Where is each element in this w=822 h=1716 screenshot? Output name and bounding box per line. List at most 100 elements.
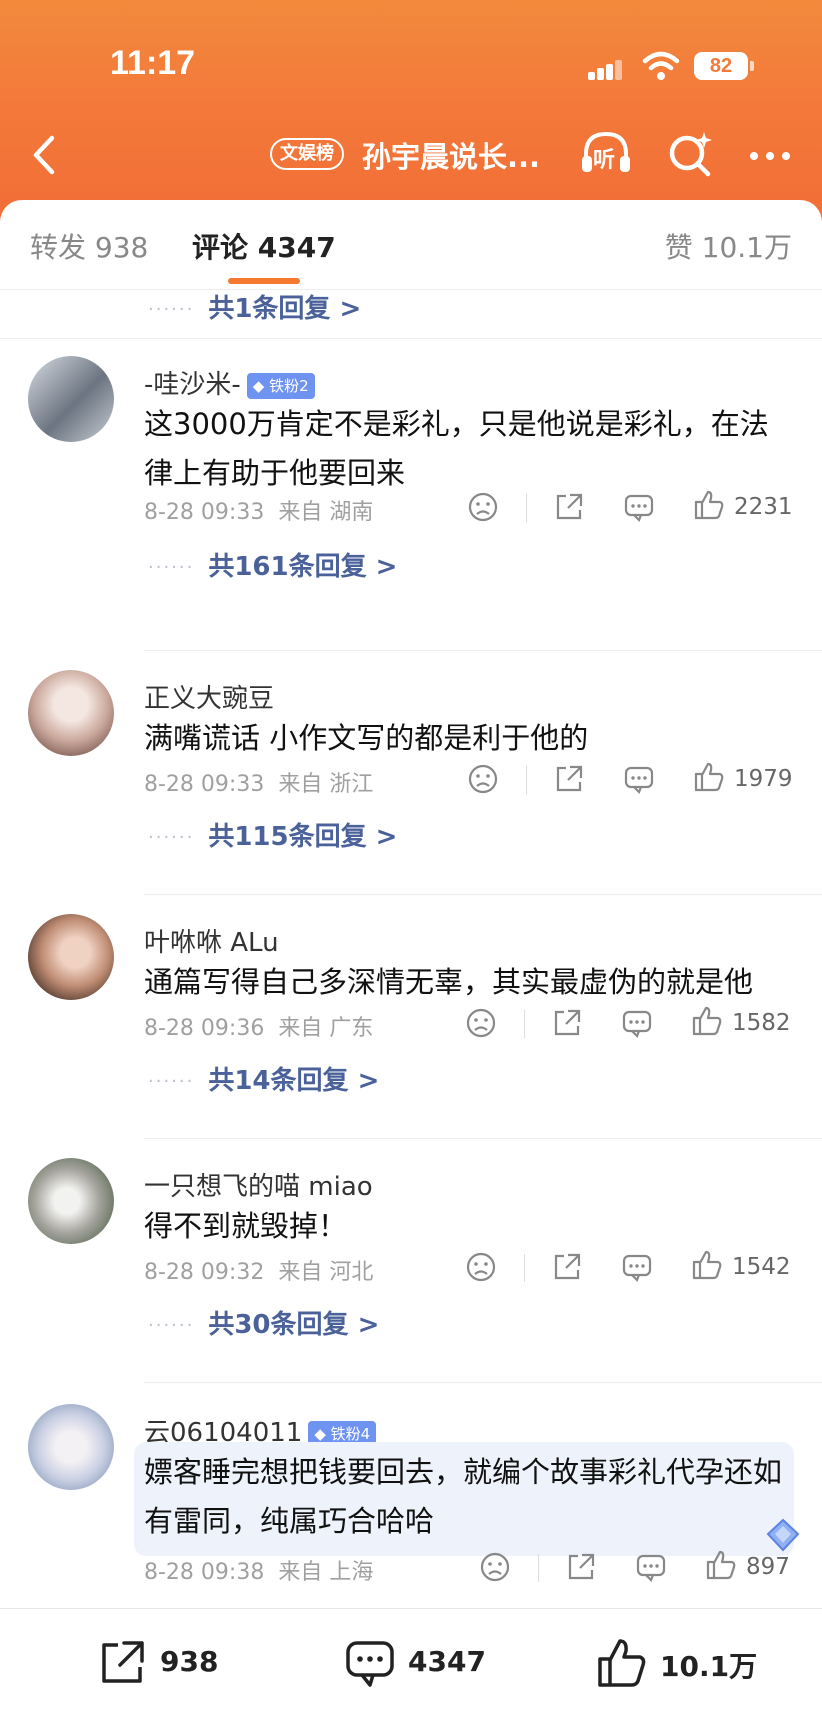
more-icon[interactable] [746, 130, 798, 180]
listen-button[interactable]: 听 [578, 128, 634, 180]
reply-dots: ······ [148, 827, 195, 848]
comment-icon[interactable] [622, 762, 656, 796]
comment-username[interactable]: 正义大豌豆 [144, 678, 274, 715]
comments-panel: 转发 938 评论 4347 赞 10.1万 ······ 共1条回复 > -哇沙… [0, 200, 822, 1600]
reply-dots: ······ [148, 557, 195, 578]
comment-text: 嫖客睡完想把钱要回去，就编个故事彩礼代孕还如有雷同，纯属巧合哈哈 [144, 1455, 783, 1538]
reply-link-label: 共14条回复 > [208, 1066, 380, 1096]
tab-repost[interactable]: 转发 938 [30, 226, 148, 266]
fan-badge-label: 铁粉2 [269, 376, 309, 395]
comment-item: 正义大豌豆 满嘴谎话 小作文写的都是利于他的 8-28 09:33 来自 浙江 … [0, 670, 822, 880]
fan-badge: ◆ 铁粉2 [246, 372, 315, 399]
action-separator [524, 1254, 525, 1282]
dislike-icon[interactable] [478, 1550, 512, 1584]
comment-text: 得不到就毁掉！ [144, 1209, 348, 1243]
tab-like[interactable]: 赞 10.1万 [665, 226, 792, 266]
comment-time: 8-28 09:38 [144, 1560, 265, 1585]
like-icon[interactable] [704, 1548, 738, 1582]
action-separator [538, 1554, 539, 1582]
tab-bar: 转发 938 评论 4347 赞 10.1万 [0, 200, 822, 290]
action-separator [526, 766, 527, 794]
comment-time: 8-28 09:33 [144, 500, 265, 525]
view-replies-link[interactable]: ······ 共115条回复 > [148, 816, 397, 856]
bottom-action-bar: 938 4347 10.1万 [0, 1608, 822, 1716]
comment-location: 来自 浙江 [278, 772, 374, 797]
like-icon[interactable] [690, 1248, 724, 1282]
comment-username[interactable]: -哇沙米- ◆ 铁粉2 [144, 364, 315, 401]
comment-meta: 8-28 09:33 来自 湖南 [144, 494, 373, 526]
tab-comment[interactable]: 评论 4347 [192, 226, 336, 266]
dislike-icon[interactable] [464, 1250, 498, 1284]
diamond-decoration-icon [766, 1518, 800, 1552]
comment-count: 4347 [408, 1645, 486, 1678]
dislike-icon[interactable] [464, 1006, 498, 1040]
view-replies-link[interactable]: ······ 共14条回复 > [148, 1060, 379, 1100]
comment-icon[interactable] [622, 490, 656, 524]
comment-time: 8-28 09:32 [144, 1260, 265, 1285]
share-icon[interactable] [550, 1250, 584, 1284]
reply-link-label: 共161条回复 > [208, 552, 398, 582]
like-count: 897 [746, 1554, 790, 1580]
status-bar: 11:17 82 [0, 0, 822, 120]
dislike-icon[interactable] [466, 490, 500, 524]
comment-icon[interactable] [634, 1550, 668, 1584]
avatar[interactable] [28, 1404, 114, 1490]
thumbs-up-icon [598, 1639, 646, 1687]
view-replies-link[interactable]: ······ 共1条回复 > [148, 288, 361, 328]
view-replies-link[interactable]: ······ 共30条回复 > [148, 1304, 379, 1344]
hot-list-badge[interactable]: 文娱榜 [270, 138, 344, 170]
comment-location: 来自 广东 [278, 1016, 374, 1041]
comment-username[interactable]: 一只想飞的喵 miao [144, 1166, 373, 1203]
like-count: 1582 [732, 1010, 791, 1036]
share-icon[interactable] [564, 1550, 598, 1584]
signal-icon [588, 58, 624, 80]
status-time: 11:17 [110, 44, 196, 82]
avatar[interactable] [28, 670, 114, 756]
like-icon[interactable] [690, 1004, 724, 1038]
comment-location: 来自 湖南 [278, 500, 374, 525]
comment-icon[interactable] [620, 1250, 654, 1284]
comment-bubble-icon [346, 1641, 394, 1687]
comment-meta: 8-28 09:32 来自 河北 [144, 1254, 373, 1286]
action-separator [526, 494, 527, 522]
view-replies-link[interactable]: ······ 共161条回复 > [148, 546, 397, 586]
divider [144, 1382, 822, 1383]
like-icon[interactable] [692, 760, 726, 794]
username-text: 一只想飞的喵 miao [144, 1172, 373, 1202]
action-separator [524, 1010, 525, 1038]
comment-location: 来自 河北 [278, 1260, 374, 1285]
comment-item: 一只想飞的喵 miao 得不到就毁掉！ 8-28 09:32 来自 河北 154… [0, 1158, 822, 1368]
comment-text: 通篇写得自己多深情无辜，其实最虚伪的就是他 [144, 965, 754, 999]
back-icon[interactable] [22, 130, 72, 180]
comment-time: 8-28 09:33 [144, 772, 265, 797]
search-icon[interactable] [664, 128, 716, 180]
page-title: 孙宇晨说长... [362, 140, 541, 174]
like-count: 1542 [732, 1254, 791, 1280]
share-icon[interactable] [552, 762, 586, 796]
fan-badge-label: 铁粉4 [330, 1424, 371, 1443]
share-icon[interactable] [550, 1006, 584, 1040]
like-icon[interactable] [692, 488, 726, 522]
share-icon[interactable] [552, 490, 586, 524]
reply-link-label: 共115条回复 > [208, 822, 398, 852]
avatar[interactable] [28, 1158, 114, 1244]
wifi-icon [642, 51, 680, 80]
battery-indicator: 82 [694, 52, 754, 80]
avatar[interactable] [28, 914, 114, 1000]
comment-text: 满嘴谎话 小作文写的都是利于他的 [144, 721, 589, 755]
avatar[interactable] [28, 356, 114, 442]
comment-icon[interactable] [620, 1006, 654, 1040]
username-text: 正义大豌豆 [144, 684, 275, 714]
comment-item: 叶咻咻 ALu 通篇写得自己多深情无辜，其实最虚伪的就是他 8-28 09:36… [0, 914, 822, 1124]
comment-username[interactable]: 叶咻咻 ALu [144, 922, 279, 959]
reply-dots: ······ [148, 1071, 195, 1092]
repost-count: 938 [160, 1645, 219, 1678]
dislike-icon[interactable] [466, 762, 500, 796]
reply-link-label: 共1条回复 > [208, 294, 362, 324]
like-count: 1979 [734, 766, 793, 792]
divider [144, 894, 822, 895]
comment-text: 这3000万肯定不是彩礼，只是他说是彩礼，在法律上有助于他要回来 [144, 407, 769, 490]
repost-icon [102, 1641, 144, 1683]
username-text: -哇沙米- [144, 370, 241, 400]
comment-meta: 8-28 09:38 来自 上海 [144, 1554, 373, 1586]
